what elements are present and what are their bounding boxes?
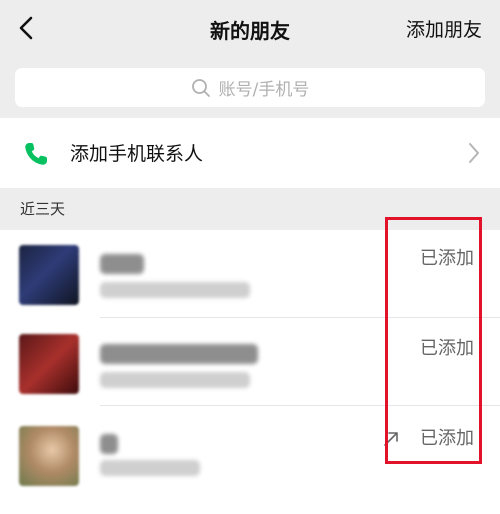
- search-placeholder: 账号/手机号: [218, 80, 310, 100]
- chevron-left-icon: [19, 16, 33, 40]
- avatar: [19, 334, 79, 394]
- back-button[interactable]: [10, 10, 42, 46]
- add-phone-contacts-item[interactable]: 添加手机联系人: [0, 118, 500, 188]
- blurred-message: [100, 372, 250, 388]
- page-title: 新的朋友: [210, 18, 290, 43]
- avatar: [19, 245, 79, 305]
- add-friend-button[interactable]: 添加朋友: [406, 15, 482, 42]
- blurred-name: [100, 434, 118, 454]
- blurred-name: [100, 344, 258, 364]
- chevron-right-icon: [469, 143, 479, 163]
- avatar: [19, 426, 79, 486]
- add-phone-contacts-label: 添加手机联系人: [70, 143, 204, 165]
- search-icon: [191, 78, 210, 97]
- blurred-message: [100, 282, 250, 298]
- blurred-name: [100, 254, 144, 274]
- search-input[interactable]: 账号/手机号: [15, 68, 485, 107]
- phone-icon: [25, 143, 47, 165]
- section-header-recent: 近三天: [20, 200, 66, 218]
- blurred-message: [100, 460, 200, 476]
- highlight-box: [385, 217, 482, 464]
- top-bar: 新的朋友 添加朋友: [0, 0, 500, 58]
